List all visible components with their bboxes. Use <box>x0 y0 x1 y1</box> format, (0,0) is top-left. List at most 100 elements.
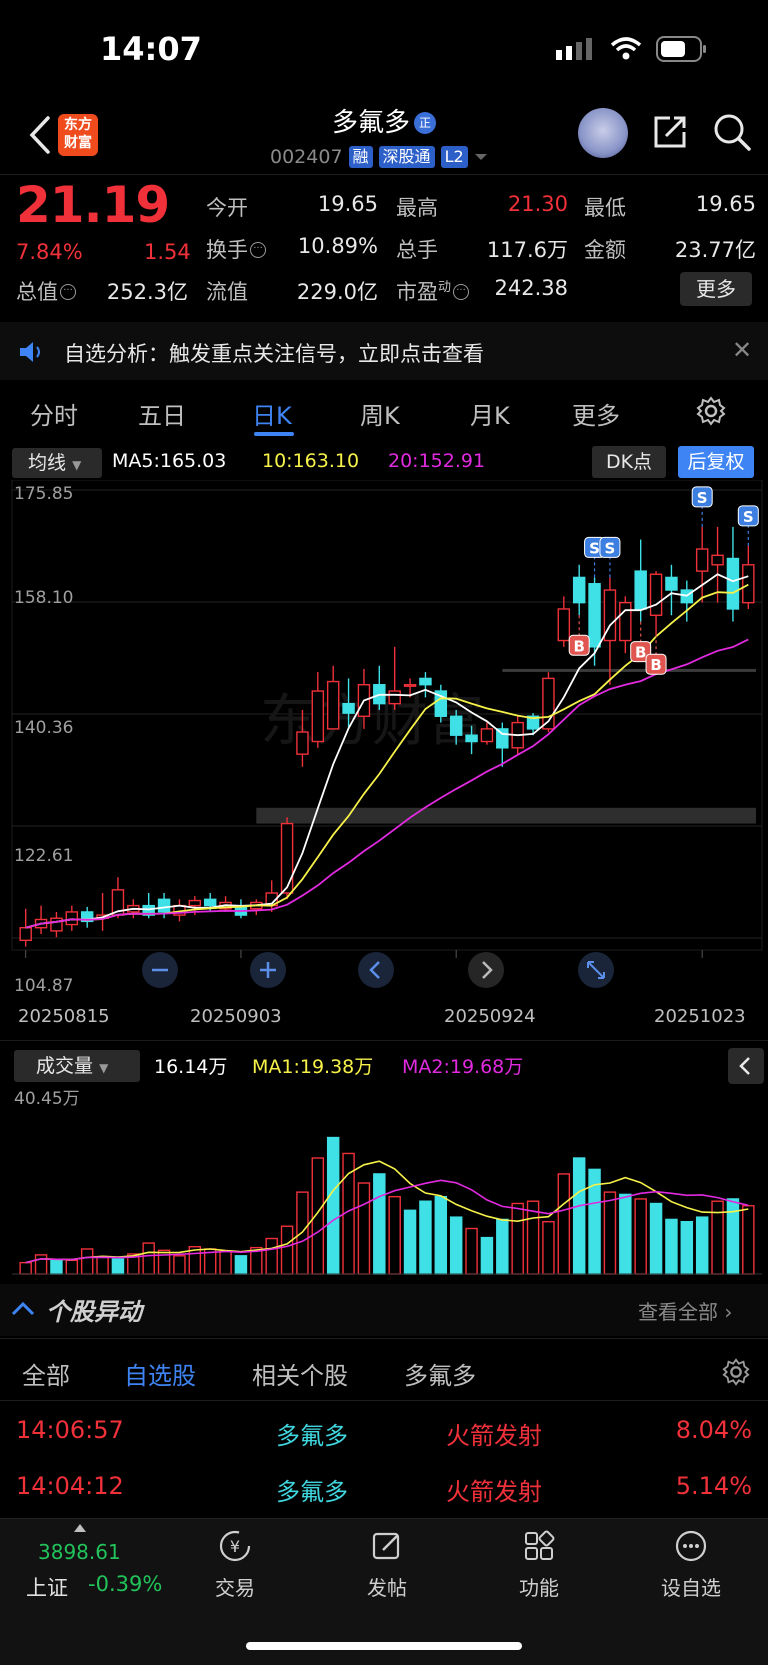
volume-bar <box>19 1261 32 1275</box>
volume-chart[interactable] <box>0 1082 768 1278</box>
volume-label: 总手 <box>396 238 438 262</box>
gear-icon[interactable] <box>696 396 726 426</box>
index-name[interactable]: 上证 <box>26 1572 68 1602</box>
stock-subtitle[interactable]: 002407 融 深股通 L2 <box>270 146 488 168</box>
ma-select[interactable]: 均线 ▼ <box>12 448 102 478</box>
info-icon: ··· <box>60 284 76 300</box>
open-label: 今开 <box>206 196 248 220</box>
scroll-right-icon[interactable] <box>468 952 504 988</box>
adjust-button[interactable]: 后复权 <box>678 446 754 478</box>
candle-body <box>65 911 79 926</box>
mcap-value: 252.3亿 <box>106 280 188 304</box>
change-percent: 7.84% <box>16 240 83 264</box>
volume-bar <box>96 1256 109 1275</box>
float-value: 229.0亿 <box>296 280 378 304</box>
search-icon[interactable] <box>712 112 752 152</box>
tab-intraday[interactable]: 分时 <box>30 396 78 431</box>
close-icon[interactable]: ✕ <box>732 336 752 364</box>
chevron-up-icon[interactable] <box>10 1298 36 1318</box>
dk-point-button[interactable]: DK点 <box>592 446 666 478</box>
ma5-value: MA5:165.03 <box>112 450 227 472</box>
anomaly-stock[interactable]: 多氟多 <box>276 1416 348 1451</box>
anomaly-time: 14:04:12 <box>16 1472 124 1500</box>
status-icons <box>556 36 708 62</box>
high-label: 最高 <box>396 196 438 220</box>
candle-body <box>619 601 632 642</box>
more-dots-icon <box>675 1530 707 1562</box>
caret-down-icon <box>474 154 487 160</box>
volume-bar <box>403 1209 417 1275</box>
candle-body <box>634 570 647 610</box>
filter-tab-related[interactable]: 相关个股 <box>252 1356 348 1391</box>
resistance-line <box>502 668 756 672</box>
nav-functions[interactable]: 功能 <box>494 1528 584 1601</box>
mcap-label[interactable]: 总值 ··· <box>16 276 76 306</box>
collapse-button[interactable] <box>728 1048 764 1084</box>
volume-current: 16.14万 <box>154 1056 228 1078</box>
volume-bar <box>219 1250 232 1275</box>
volume-bar <box>157 1249 171 1275</box>
turnover-label[interactable]: 换手 ··· <box>206 234 266 264</box>
share-icon[interactable] <box>650 112 690 152</box>
scroll-left-icon[interactable] <box>358 952 394 988</box>
home-indicator[interactable] <box>246 1642 522 1650</box>
tab-weekly-k[interactable]: 周K <box>360 396 400 431</box>
volume-bar <box>34 1254 48 1275</box>
assistant-avatar[interactable] <box>578 108 628 158</box>
filter-tab-all[interactable]: 全部 <box>22 1356 70 1391</box>
candle-body <box>419 677 432 686</box>
anomaly-time: 14:06:57 <box>16 1416 124 1444</box>
index-change: -0.39% <box>88 1572 163 1596</box>
volume-bar <box>388 1195 401 1275</box>
volume-bar <box>311 1157 325 1275</box>
fullscreen-icon[interactable] <box>578 952 614 988</box>
anomaly-stock[interactable]: 多氟多 <box>276 1472 348 1507</box>
trade-icon: ¥ <box>219 1530 251 1562</box>
nav-add-watchlist[interactable]: 设自选 <box>646 1528 736 1601</box>
nav-post[interactable]: 发帖 <box>342 1528 432 1601</box>
battery-icon <box>656 36 706 62</box>
tab-more[interactable]: 更多 <box>572 396 620 431</box>
candlestick-chart[interactable]: 东方财富BS SBBSS <box>0 480 768 1000</box>
candle-body <box>403 684 417 687</box>
candle-body <box>711 554 724 566</box>
x-tick-label: 20250815 <box>18 1006 110 1027</box>
high-value: 21.30 <box>507 192 568 216</box>
nav-trade[interactable]: ¥ 交易 <box>190 1528 280 1601</box>
volume-bar <box>557 1173 571 1275</box>
volume-bar <box>65 1259 79 1275</box>
gear-icon[interactable] <box>722 1358 750 1386</box>
ma-line-ma10 <box>25 583 749 929</box>
volume-bar <box>511 1202 524 1275</box>
candle-body <box>50 917 63 932</box>
speaker-icon <box>20 342 40 362</box>
volume-select[interactable]: 成交量 ▼ <box>14 1050 140 1082</box>
view-all-link[interactable]: 查看全部 › <box>638 1296 732 1325</box>
amount-label: 金额 <box>584 238 626 262</box>
tab-five-day[interactable]: 五日 <box>138 396 186 431</box>
banner-text[interactable]: 自选分析：触发重点关注信号，立即点击查看 <box>64 338 484 368</box>
tab-monthly-k[interactable]: 月K <box>470 396 510 431</box>
zoom-out-icon[interactable] <box>142 952 178 988</box>
edit-icon <box>372 1532 400 1560</box>
more-button[interactable]: 更多 <box>680 272 752 306</box>
tab-daily-k[interactable]: 日K <box>252 396 292 431</box>
info-icon: ··· <box>250 242 266 258</box>
y-tick-label: 104.87 <box>14 976 74 996</box>
candle-body <box>296 731 309 755</box>
candle-body <box>388 690 401 705</box>
ma-line-ma20 <box>25 638 749 929</box>
candle-body <box>465 734 478 743</box>
badge-connect: 深股通 <box>378 146 435 168</box>
filter-tab-watchlist[interactable]: 自选股 <box>124 1356 196 1391</box>
y-tick-label: 175.85 <box>14 484 74 504</box>
volume-bar <box>742 1205 755 1275</box>
wifi-icon <box>610 37 642 60</box>
info-icon: ··· <box>453 284 470 300</box>
chevron-left-icon <box>739 1057 750 1075</box>
filter-tab-stock[interactable]: 多氟多 <box>404 1356 476 1391</box>
pe-label[interactable]: 市盈动 ··· <box>396 276 470 306</box>
candle-body <box>311 690 325 743</box>
index-value[interactable]: 3898.61 <box>38 1540 121 1564</box>
zoom-in-icon[interactable] <box>250 952 286 988</box>
